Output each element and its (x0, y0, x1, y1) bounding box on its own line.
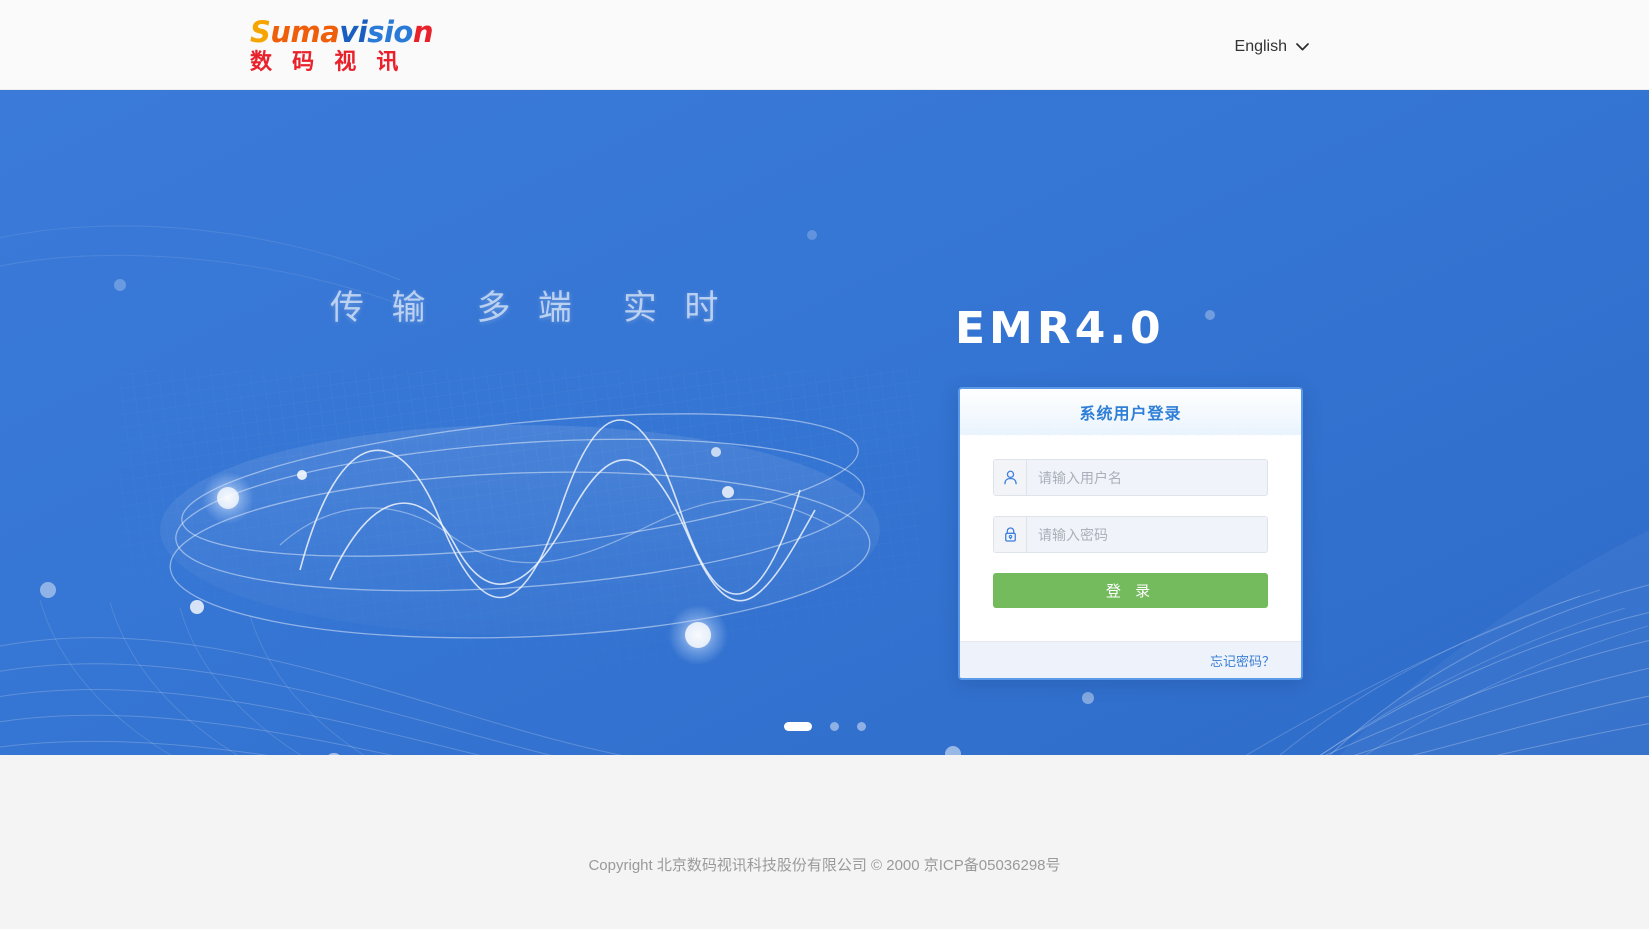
login-card: 系统用户登录 请输入用户名 登 录 忘记密码？ (958, 387, 1303, 680)
top-bar: Sumavision 数 码 视 讯 English (0, 0, 1649, 90)
brand-logo: Sumavision 数 码 视 讯 (250, 14, 433, 76)
tagline-part-2: 多 端 (476, 289, 581, 327)
carousel-dot-2[interactable] (829, 722, 839, 731)
language-selector-label: English (1234, 38, 1287, 55)
hero-background-graphic (0, 225, 1649, 755)
tagline-part-1: 传 输 (330, 289, 435, 327)
zigzag-divider (960, 428, 1301, 436)
login-submit-button[interactable]: 登 录 (993, 573, 1268, 608)
chevron-down-icon (1296, 43, 1309, 51)
password-field[interactable] (993, 516, 1268, 553)
carousel-indicators (0, 722, 1649, 731)
logo-wordmark-cn: 数 码 视 讯 (250, 48, 406, 74)
carousel-dot-3[interactable] (856, 722, 866, 731)
hero-banner: 传 输 多 端 实 时 EMR4.0 系统用户登录 请输入用户名 登 录 忘记密码？ (0, 90, 1649, 755)
login-form: 登 录 (960, 435, 1301, 608)
login-card-footer: 忘记密码？ (960, 641, 1301, 678)
login-card-title: 系统用户登录 (1079, 406, 1182, 423)
language-selector[interactable]: English (1235, 38, 1309, 56)
login-card-header: 系统用户登录 (960, 389, 1301, 436)
page-footer: Copyright 北京数码视讯科技股份有限公司 © 2000 京ICP备050… (0, 755, 1649, 929)
lock-icon (994, 517, 1027, 552)
username-field[interactable] (993, 459, 1268, 496)
password-input[interactable] (1027, 517, 1267, 552)
tagline-part-3: 实 时 (622, 289, 728, 327)
copyright-text: Copyright 北京数码视讯科技股份有限公司 © 2000 京ICP备050… (588, 857, 1061, 874)
carousel-dot-1[interactable] (783, 722, 812, 731)
product-title: EMR4.0 (955, 303, 1165, 354)
logo-wordmark-en: Sumavision (250, 14, 433, 49)
hero-tagline: 传 输多 端实 时 (330, 280, 727, 329)
username-input[interactable] (1027, 460, 1267, 495)
forgot-password-link[interactable]: 忘记密码？ (1210, 651, 1275, 670)
user-icon (994, 460, 1027, 495)
